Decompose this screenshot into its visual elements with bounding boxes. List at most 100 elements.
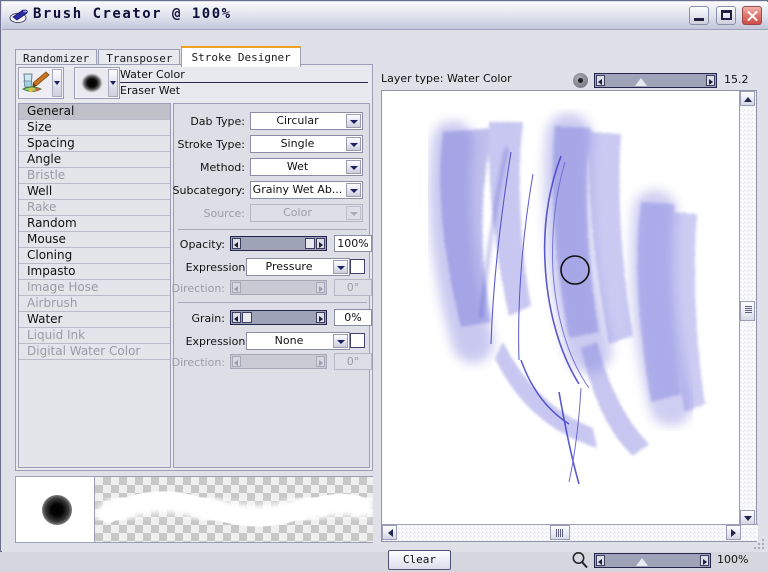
method-value: Wet	[286, 160, 309, 173]
dab-type-label: Dab Type:	[190, 115, 245, 128]
grain-direction-label: Direction:	[171, 356, 225, 369]
chevron-down-icon[interactable]	[333, 334, 348, 348]
slider-decrease-icon[interactable]	[232, 238, 241, 249]
slider-increase-icon[interactable]	[316, 312, 325, 323]
scroll-up-button[interactable]	[740, 91, 755, 106]
slider-decrease-icon[interactable]	[596, 555, 605, 566]
clear-button[interactable]: Clear	[388, 550, 451, 570]
opacity-direction-slider	[230, 280, 327, 295]
divider	[178, 229, 367, 230]
opacity-slider[interactable]	[230, 236, 327, 251]
brush-size-slider-thumb[interactable]	[635, 78, 647, 86]
minimize-button[interactable]	[689, 6, 709, 25]
opacity-label: Opacity:	[179, 238, 225, 251]
grain-expression-checkbox[interactable]	[350, 333, 365, 348]
chevron-down-icon[interactable]	[346, 160, 361, 174]
resize-grip[interactable]	[752, 537, 764, 549]
canvas-vertical-scrollbar[interactable]	[739, 91, 756, 525]
brush-size-slider[interactable]	[594, 73, 717, 88]
stroke-type-value: Single	[280, 137, 315, 150]
method-select[interactable]: Wet	[250, 158, 363, 176]
sidebar-item-angle[interactable]: Angle	[19, 152, 170, 168]
brush-creator-window: Brush Creator @ 100% Randomizer Transpose…	[0, 0, 768, 570]
brush-size-dot-icon[interactable]	[573, 73, 588, 88]
stroke-type-select[interactable]: Single	[250, 135, 363, 153]
zoom-slider-thumb[interactable]	[636, 558, 648, 566]
grain-direction-value: 0°	[334, 353, 372, 370]
sidebar-item-digital-water-color: Digital Water Color	[19, 344, 170, 360]
brush-category-name: Water Color	[120, 68, 368, 83]
horizontal-scroll-thumb[interactable]	[550, 525, 570, 540]
canvas-container	[381, 90, 758, 542]
setting-category-list[interactable]: General Size Spacing Angle Bristle Well …	[18, 103, 171, 468]
tab-stroke-designer[interactable]: Stroke Designer	[181, 46, 301, 67]
slider-increase-icon[interactable]	[700, 555, 709, 566]
scroll-left-button[interactable]	[382, 525, 397, 540]
canvas-horizontal-scrollbar[interactable]	[382, 524, 758, 541]
brush-category-selector[interactable]	[18, 67, 64, 99]
chevron-down-icon	[346, 206, 361, 220]
opacity-value[interactable]: 100%	[334, 235, 372, 252]
zoom-value: 100%	[717, 553, 749, 566]
sidebar-item-size[interactable]: Size	[19, 120, 170, 136]
subcategory-select[interactable]: Grainy Wet Ab...	[250, 181, 363, 199]
sidebar-item-airbrush: Airbrush	[19, 296, 170, 312]
brush-name-labels: Water Color Eraser Wet	[120, 67, 368, 99]
opacity-expression-checkbox[interactable]	[350, 259, 365, 274]
sidebar-item-mouse[interactable]: Mouse	[19, 232, 170, 248]
window-client-area: Randomizer Transposer Stroke Designer Wa…	[2, 30, 768, 570]
opacity-slider-thumb[interactable]	[305, 238, 315, 249]
slider-decrease-icon[interactable]	[232, 312, 241, 323]
grain-direction-slider	[230, 354, 327, 369]
chevron-down-icon[interactable]	[333, 260, 348, 274]
sidebar-item-general[interactable]: General	[19, 104, 170, 120]
subcategory-row: Subcategory: Grainy Wet Ab...	[173, 181, 371, 201]
sidebar-item-cloning[interactable]: Cloning	[19, 248, 170, 264]
slider-increase-icon[interactable]	[706, 75, 715, 86]
stroke-type-row: Stroke Type: Single	[174, 135, 371, 155]
dab-type-row: Dab Type: Circular	[174, 112, 371, 132]
sidebar-item-well[interactable]: Well	[19, 184, 170, 200]
grain-slider[interactable]	[230, 310, 327, 325]
grain-expression-select[interactable]: None	[246, 332, 350, 350]
brush-variant-selector[interactable]	[74, 67, 120, 99]
dab-type-value: Circular	[276, 114, 319, 127]
scroll-down-button[interactable]	[740, 510, 755, 525]
grain-direction-row: Direction: 0°	[172, 353, 372, 373]
chevron-down-icon[interactable]	[346, 114, 361, 128]
sidebar-item-spacing[interactable]: Spacing	[19, 136, 170, 152]
brush-category-dropdown-arrow[interactable]	[52, 69, 62, 97]
brush-variant-dropdown-arrow[interactable]	[108, 69, 118, 97]
sidebar-item-random[interactable]: Random	[19, 216, 170, 232]
close-button[interactable]	[742, 6, 762, 25]
dab-preview	[16, 477, 95, 542]
slider-decrease-icon[interactable]	[596, 75, 605, 86]
opacity-row: Opacity: 100%	[174, 235, 372, 255]
grain-label: Grain:	[191, 312, 225, 325]
source-select: Color	[250, 204, 363, 222]
maximize-button[interactable]	[715, 6, 736, 25]
magnifier-icon	[571, 551, 589, 569]
zoom-slider[interactable]	[594, 553, 711, 568]
grain-expression-row: Expression: None	[174, 332, 371, 352]
grain-slider-thumb[interactable]	[242, 312, 252, 323]
grain-value[interactable]: 0%	[334, 309, 372, 326]
painting-canvas[interactable]	[383, 92, 739, 524]
chevron-down-icon[interactable]	[346, 137, 361, 151]
sidebar-item-water[interactable]: Water	[19, 312, 170, 328]
stroke-designer-panel: Water Color Eraser Wet General Size Spac…	[15, 64, 373, 471]
chevron-down-icon[interactable]	[346, 183, 361, 197]
vertical-scroll-thumb[interactable]	[740, 301, 755, 321]
stroke-type-label: Stroke Type:	[177, 138, 245, 151]
source-label: Source:	[203, 207, 246, 220]
brush-size-value: 15.2	[724, 73, 749, 86]
sidebar-item-impasto[interactable]: Impasto	[19, 264, 170, 280]
sidebar-item-liquid-ink: Liquid Ink	[19, 328, 170, 344]
method-row: Method: Wet	[174, 158, 371, 178]
dab-type-select[interactable]: Circular	[250, 112, 363, 130]
opacity-expression-select[interactable]: Pressure	[246, 258, 350, 276]
slider-increase-icon[interactable]	[316, 238, 325, 249]
tab-bar: Randomizer Transposer Stroke Designer	[15, 46, 302, 67]
scroll-right-button[interactable]	[726, 525, 741, 540]
general-settings-pane: Dab Type: Circular Stroke Type: Single M…	[172, 103, 372, 468]
